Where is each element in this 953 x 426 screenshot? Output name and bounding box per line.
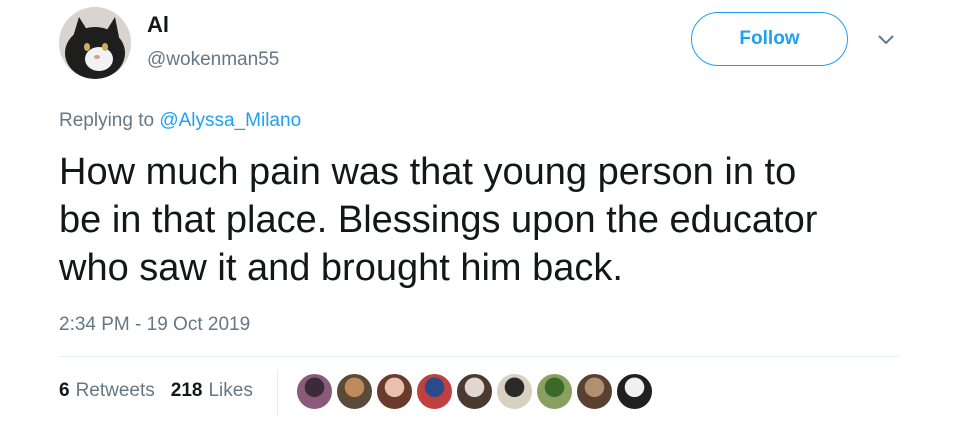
- retweets-stat[interactable]: 6 Retweets: [59, 380, 155, 402]
- liker-avatar[interactable]: [616, 373, 653, 410]
- likes-label: Likes: [208, 380, 253, 401]
- avatar[interactable]: [59, 7, 131, 79]
- liker-avatar[interactable]: [336, 373, 373, 410]
- replying-prefix: Replying to: [59, 110, 155, 131]
- stats-separator: [277, 370, 278, 416]
- retweets-label: Retweets: [75, 380, 155, 401]
- tweet-text: How much pain was that young person in t…: [59, 151, 818, 289]
- liker-avatar[interactable]: [496, 373, 533, 410]
- likes-stat[interactable]: 218 Likes: [171, 380, 253, 402]
- retweets-count: 6: [59, 380, 70, 401]
- liker-avatar[interactable]: [416, 373, 453, 410]
- liker-avatar[interactable]: [376, 373, 413, 410]
- liker-avatar[interactable]: [296, 373, 333, 410]
- liker-avatar[interactable]: [456, 373, 493, 410]
- liker-avatars: [296, 373, 656, 410]
- replying-to-line: Replying to @Alyssa_Milano: [59, 110, 301, 132]
- chevron-down-icon: [877, 33, 895, 51]
- more-options-button[interactable]: [872, 30, 900, 54]
- user-handle[interactable]: @wokenman55: [147, 49, 279, 71]
- divider: [59, 356, 899, 357]
- liker-avatar[interactable]: [576, 373, 613, 410]
- tweet-stats: 6 Retweets 218 Likes: [59, 380, 253, 402]
- liker-avatar[interactable]: [536, 373, 573, 410]
- follow-button[interactable]: Follow: [691, 12, 848, 66]
- replying-to-link[interactable]: @Alyssa_Milano: [159, 110, 301, 131]
- display-name[interactable]: Al: [147, 12, 169, 38]
- tweet-timestamp[interactable]: 2:34 PM - 19 Oct 2019: [59, 314, 250, 336]
- likes-count: 218: [170, 380, 203, 401]
- cat-avatar-image: [59, 7, 131, 79]
